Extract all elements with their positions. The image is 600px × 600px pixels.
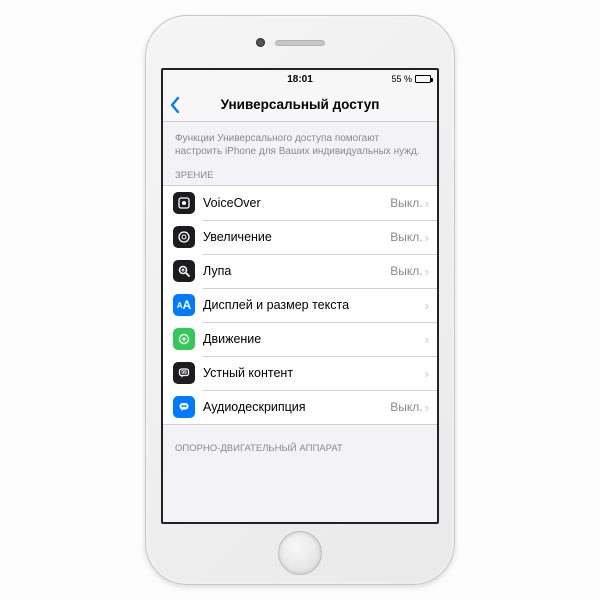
magnifier-icon xyxy=(173,260,195,282)
cell-label: Движение xyxy=(203,332,423,346)
chevron-right-icon: › xyxy=(425,264,429,279)
cell-label: Лупа xyxy=(203,264,390,278)
camera-dot xyxy=(256,38,265,47)
chevron-right-icon: › xyxy=(425,366,429,381)
back-button[interactable] xyxy=(169,96,180,114)
chevron-right-icon: › xyxy=(425,400,429,415)
screen: 18:01 55 % Универсальный доступ Функции … xyxy=(161,68,439,524)
content[interactable]: Функции Универсального доступа помогают … xyxy=(163,122,437,522)
vision-list: VoiceOver Выкл. › Увеличение Выкл. › xyxy=(163,185,437,425)
chevron-left-icon xyxy=(169,96,180,114)
text-size-icon: AA xyxy=(173,294,195,316)
cell-label: VoiceOver xyxy=(203,196,390,210)
cell-value: Выкл. xyxy=(390,400,422,414)
voiceover-icon xyxy=(173,192,195,214)
chevron-right-icon: › xyxy=(425,196,429,211)
battery-icon xyxy=(415,75,431,83)
cell-zoom[interactable]: Увеличение Выкл. › xyxy=(163,220,437,254)
cell-label: Дисплей и размер текста xyxy=(203,298,423,312)
status-time: 18:01 xyxy=(287,74,313,85)
section-description: Функции Универсального доступа помогают … xyxy=(163,122,437,166)
cell-label: Устный контент xyxy=(203,366,423,380)
cell-motion[interactable]: Движение › xyxy=(163,322,437,356)
audio-description-icon xyxy=(173,396,195,418)
zoom-icon xyxy=(173,226,195,248)
cell-label: Увеличение xyxy=(203,230,390,244)
status-bar: 18:01 55 % xyxy=(163,70,437,88)
cell-label: Аудиодескрипция xyxy=(203,400,390,414)
section-header-motor: ОПОРНО-ДВИГАТЕЛЬНЫЙ АППАРАТ xyxy=(163,439,437,458)
status-right: 55 % xyxy=(391,74,431,84)
cell-value: Выкл. xyxy=(390,264,422,278)
speaker xyxy=(275,40,325,46)
chevron-right-icon: › xyxy=(425,230,429,245)
section-header-vision: ЗРЕНИЕ xyxy=(163,166,437,185)
cell-audio-description[interactable]: Аудиодескрипция Выкл. › xyxy=(163,390,437,424)
cell-voiceover[interactable]: VoiceOver Выкл. › xyxy=(163,186,437,220)
spoken-content-icon: 99 xyxy=(173,362,195,384)
battery-percent: 55 % xyxy=(391,74,412,84)
motion-icon xyxy=(173,328,195,350)
cell-spoken-content[interactable]: 99 Устный контент › xyxy=(163,356,437,390)
nav-bar: Универсальный доступ xyxy=(163,88,437,122)
chevron-right-icon: › xyxy=(425,332,429,347)
cell-value: Выкл. xyxy=(390,196,422,210)
iphone-frame: 18:01 55 % Универсальный доступ Функции … xyxy=(145,15,455,585)
nav-title: Универсальный доступ xyxy=(163,97,437,112)
svg-text:99: 99 xyxy=(181,370,187,376)
cell-display-text[interactable]: AA Дисплей и размер текста › xyxy=(163,288,437,322)
home-button[interactable] xyxy=(278,531,322,575)
cell-value: Выкл. xyxy=(390,230,422,244)
cell-magnifier[interactable]: Лупа Выкл. › xyxy=(163,254,437,288)
chevron-right-icon: › xyxy=(425,298,429,313)
